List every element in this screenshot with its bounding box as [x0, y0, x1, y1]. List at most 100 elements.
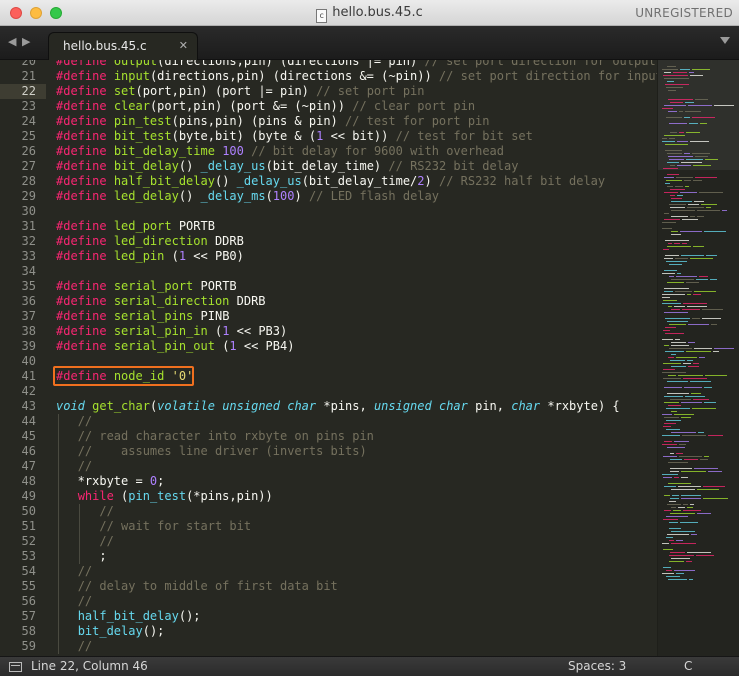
minimap-code-line — [663, 456, 677, 457]
minimap-code-line — [665, 318, 690, 319]
minimap-code-line — [714, 105, 734, 106]
code-line[interactable]: #define serial_pin_in (1 << PB3) — [56, 324, 287, 339]
syntax-selector[interactable]: C — [684, 659, 692, 673]
code-line[interactable]: #define clear(port,pin) (port &= (~pin))… — [56, 99, 475, 114]
minimap-code-line — [662, 543, 669, 544]
indentation-setting[interactable]: Spaces: 3 — [568, 659, 626, 673]
line-number: 41 — [21, 369, 36, 383]
minimap-code-line — [663, 168, 678, 169]
title-bar: c hello.bus.45.c UNREGISTERED — [0, 0, 739, 26]
code-line[interactable]: #define serial_pins PINB — [56, 309, 229, 324]
code-line[interactable]: bit_delay(); — [56, 624, 165, 639]
code-line[interactable]: #define input(directions,pin) (direction… — [56, 69, 657, 84]
minimap-code-line — [670, 195, 675, 196]
tab-hello-bus-45-c[interactable]: hello.bus.45.c ✕ — [48, 32, 198, 60]
code-line[interactable]: #define serial_pin_out (1 << PB4) — [56, 339, 294, 354]
code-line[interactable]: #define led_direction DDRB — [56, 234, 244, 249]
line-number: 56 — [21, 594, 36, 608]
line-number: 22 — [21, 84, 36, 98]
minimap-code-line — [664, 192, 678, 193]
panel-toggle-icon[interactable] — [9, 662, 22, 672]
minimap-code-line — [664, 78, 689, 79]
minimap-code-line — [667, 282, 684, 283]
minimap-code-line — [700, 123, 707, 124]
code-line[interactable]: #define half_bit_delay() _delay_us(bit_d… — [56, 174, 605, 189]
minimap-code-line — [669, 264, 682, 265]
code-line[interactable]: // — [56, 459, 92, 474]
line-number: 27 — [21, 159, 36, 173]
minimap-code-line — [664, 387, 682, 388]
code-line[interactable]: #define pin_test(pins,pin) (pins & pin) … — [56, 114, 490, 129]
tab-scroll-right-icon[interactable]: ▶ — [22, 35, 30, 48]
code-line[interactable]: // — [56, 414, 92, 429]
code-line[interactable]: #define output(directions,pin) (directio… — [56, 60, 656, 69]
minimap-code-line — [688, 105, 712, 106]
code-line[interactable]: #define led_pin (1 << PB0) — [56, 249, 244, 264]
minimap-code-line — [669, 522, 678, 523]
minimap-code-line — [671, 531, 695, 532]
minimap-code-line — [697, 513, 711, 514]
minimap-code-line — [668, 462, 688, 463]
code-line[interactable]: #define serial_port PORTB — [56, 279, 237, 294]
code-line[interactable]: // wait for start bit — [56, 519, 251, 534]
code-line[interactable]: #define bit_delay_time 100 // bit delay … — [56, 144, 504, 159]
minimap-code-line — [692, 318, 700, 319]
minimap-code-line — [700, 459, 708, 460]
minimap-code-line — [699, 192, 723, 193]
code-line[interactable]: #define set(port,pin) (port |= pin) // s… — [56, 84, 425, 99]
code-line[interactable]: #define led_delay() _delay_ms(100) // LE… — [56, 189, 439, 204]
code-line[interactable]: // — [56, 504, 113, 519]
code-line[interactable]: #define led_port PORTB — [56, 219, 215, 234]
tab-list-dropdown-icon[interactable] — [720, 37, 730, 44]
code-line[interactable]: // read character into rxbyte on pins pi… — [56, 429, 374, 444]
line-number: 36 — [21, 294, 36, 308]
minimap-code-line — [667, 186, 673, 187]
minimap-code-line — [680, 231, 702, 232]
minimap-code-line — [682, 243, 687, 244]
code-line[interactable]: // — [56, 594, 92, 609]
minimap-code-line — [664, 270, 677, 271]
minimap-code-line — [695, 99, 708, 100]
minimap-code-line — [669, 561, 684, 562]
code-line[interactable]: #define serial_direction DDRB — [56, 294, 266, 309]
minimap-code-line — [663, 300, 677, 301]
minimap-code-line — [671, 231, 678, 232]
minimap-code-line — [668, 375, 676, 376]
minimap-code-line — [681, 498, 701, 499]
code-line[interactable]: // — [56, 564, 92, 579]
minimap-code-line — [670, 468, 692, 469]
code-line[interactable]: half_bit_delay(); — [56, 609, 201, 624]
minimap-code-line — [663, 75, 688, 76]
minimap-code-line — [670, 459, 682, 460]
minimap-code-line — [674, 306, 685, 307]
minimap-code-line — [663, 330, 670, 331]
tab-scroll-left-icon[interactable]: ◀ — [8, 35, 16, 48]
minimap-code-line — [662, 228, 672, 229]
code-line[interactable]: *rxbyte = 0; — [56, 474, 165, 489]
tab-bar: ◀ ▶ hello.bus.45.c ✕ — [0, 26, 739, 60]
code-line[interactable]: // — [56, 639, 92, 654]
minimap-code-line — [669, 324, 686, 325]
code-line[interactable]: while (pin_test(*pins,pin)) — [56, 489, 273, 504]
code-line[interactable]: void get_char(volatile unsigned char *pi… — [56, 399, 620, 414]
code-line[interactable]: // assumes line driver (inverts bits) — [56, 444, 367, 459]
minimap-code-line — [683, 303, 707, 304]
minimap-code-line — [672, 495, 679, 496]
code-line[interactable]: #define bit_test(byte,bit) (byte & (1 <<… — [56, 129, 533, 144]
minimap-code-line — [674, 477, 679, 478]
code-editor[interactable]: #define output(directions,pin) (directio… — [46, 60, 657, 656]
minimap-code-line — [662, 138, 667, 139]
minimap-code-line — [662, 372, 686, 373]
code-line[interactable]: #define bit_delay() _delay_us(bit_delay_… — [56, 159, 518, 174]
code-line[interactable]: // delay to middle of first data bit — [56, 579, 338, 594]
code-line[interactable]: ; — [56, 549, 106, 564]
minimap-code-line — [689, 579, 693, 580]
minimap-code-line — [664, 105, 686, 106]
tab-close-icon[interactable]: ✕ — [179, 39, 188, 52]
minimap-code-line — [693, 363, 699, 364]
minimap-code-line — [664, 291, 673, 292]
minimap[interactable] — [657, 60, 739, 656]
minimap-code-line — [675, 258, 688, 259]
code-line[interactable]: // — [56, 534, 113, 549]
minimap-code-line — [704, 402, 716, 403]
